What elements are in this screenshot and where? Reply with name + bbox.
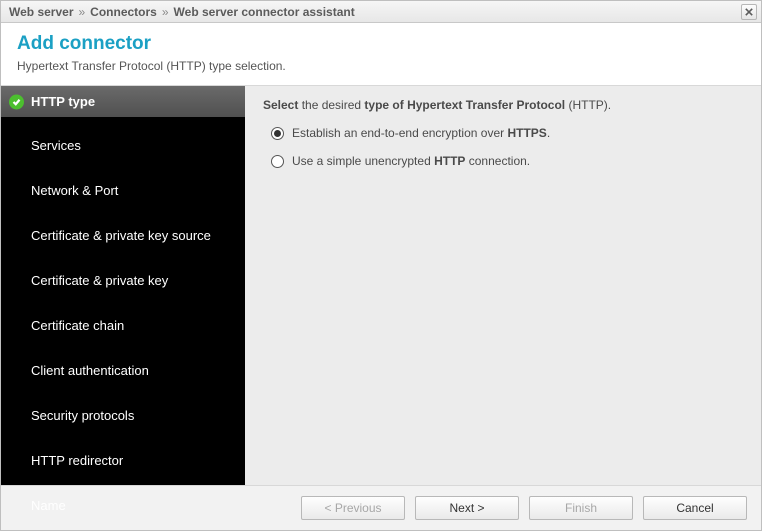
step-http-type[interactable]: HTTP type bbox=[1, 86, 245, 117]
step-services[interactable]: Services bbox=[1, 129, 245, 162]
step-label: Name bbox=[31, 498, 66, 513]
step-label: HTTP redirector bbox=[31, 453, 123, 468]
step-label: Client authentication bbox=[31, 363, 149, 378]
close-button[interactable] bbox=[741, 4, 757, 20]
next-button[interactable]: Next > bbox=[415, 496, 519, 520]
check-icon bbox=[9, 94, 24, 109]
wizard-steps-sidebar: HTTP type Services Network & Port Certif… bbox=[1, 86, 245, 485]
step-label: Security protocols bbox=[31, 408, 134, 423]
step-cert-key-source[interactable]: Certificate & private key source bbox=[1, 219, 245, 252]
step-cert-chain[interactable]: Certificate chain bbox=[1, 309, 245, 342]
step-http-redirector[interactable]: HTTP redirector bbox=[1, 444, 245, 477]
step-label: Services bbox=[31, 138, 81, 153]
wizard-window: Web server » Connectors » Web server con… bbox=[0, 0, 762, 531]
titlebar: Web server » Connectors » Web server con… bbox=[1, 1, 761, 23]
step-label: Network & Port bbox=[31, 183, 118, 198]
instruction-text: Select the desired type of Hypertext Tra… bbox=[263, 98, 743, 112]
option-http[interactable]: Use a simple unencrypted HTTP connection… bbox=[271, 154, 743, 168]
step-cert-key[interactable]: Certificate & private key bbox=[1, 264, 245, 297]
step-security-protocols[interactable]: Security protocols bbox=[1, 399, 245, 432]
option-label: Establish an end-to-end encryption over … bbox=[292, 126, 550, 140]
step-network-port[interactable]: Network & Port bbox=[1, 174, 245, 207]
radio-icon bbox=[271, 155, 284, 168]
step-label: HTTP type bbox=[31, 94, 95, 109]
previous-button: < Previous bbox=[301, 496, 405, 520]
page-subtitle: Hypertext Transfer Protocol (HTTP) type … bbox=[17, 59, 745, 73]
wizard-body: HTTP type Services Network & Port Certif… bbox=[1, 86, 761, 486]
radio-icon bbox=[271, 127, 284, 140]
breadcrumb-item[interactable]: Web server bbox=[9, 5, 73, 19]
breadcrumb-separator: » bbox=[78, 5, 85, 19]
step-label: Certificate & private key bbox=[31, 273, 168, 288]
step-client-auth[interactable]: Client authentication bbox=[1, 354, 245, 387]
option-https[interactable]: Establish an end-to-end encryption over … bbox=[271, 126, 743, 140]
step-label: Certificate & private key source bbox=[31, 228, 211, 243]
finish-button: Finish bbox=[529, 496, 633, 520]
option-label: Use a simple unencrypted HTTP connection… bbox=[292, 154, 530, 168]
breadcrumb-separator: » bbox=[162, 5, 169, 19]
step-name[interactable]: Name bbox=[1, 489, 245, 522]
cancel-button[interactable]: Cancel bbox=[643, 496, 747, 520]
breadcrumb-item[interactable]: Connectors bbox=[90, 5, 157, 19]
breadcrumb-item: Web server connector assistant bbox=[174, 5, 355, 19]
close-icon bbox=[745, 8, 753, 16]
wizard-header: Add connector Hypertext Transfer Protoco… bbox=[1, 23, 761, 86]
wizard-content: Select the desired type of Hypertext Tra… bbox=[245, 86, 761, 485]
page-title: Add connector bbox=[17, 33, 745, 55]
step-label: Certificate chain bbox=[31, 318, 124, 333]
